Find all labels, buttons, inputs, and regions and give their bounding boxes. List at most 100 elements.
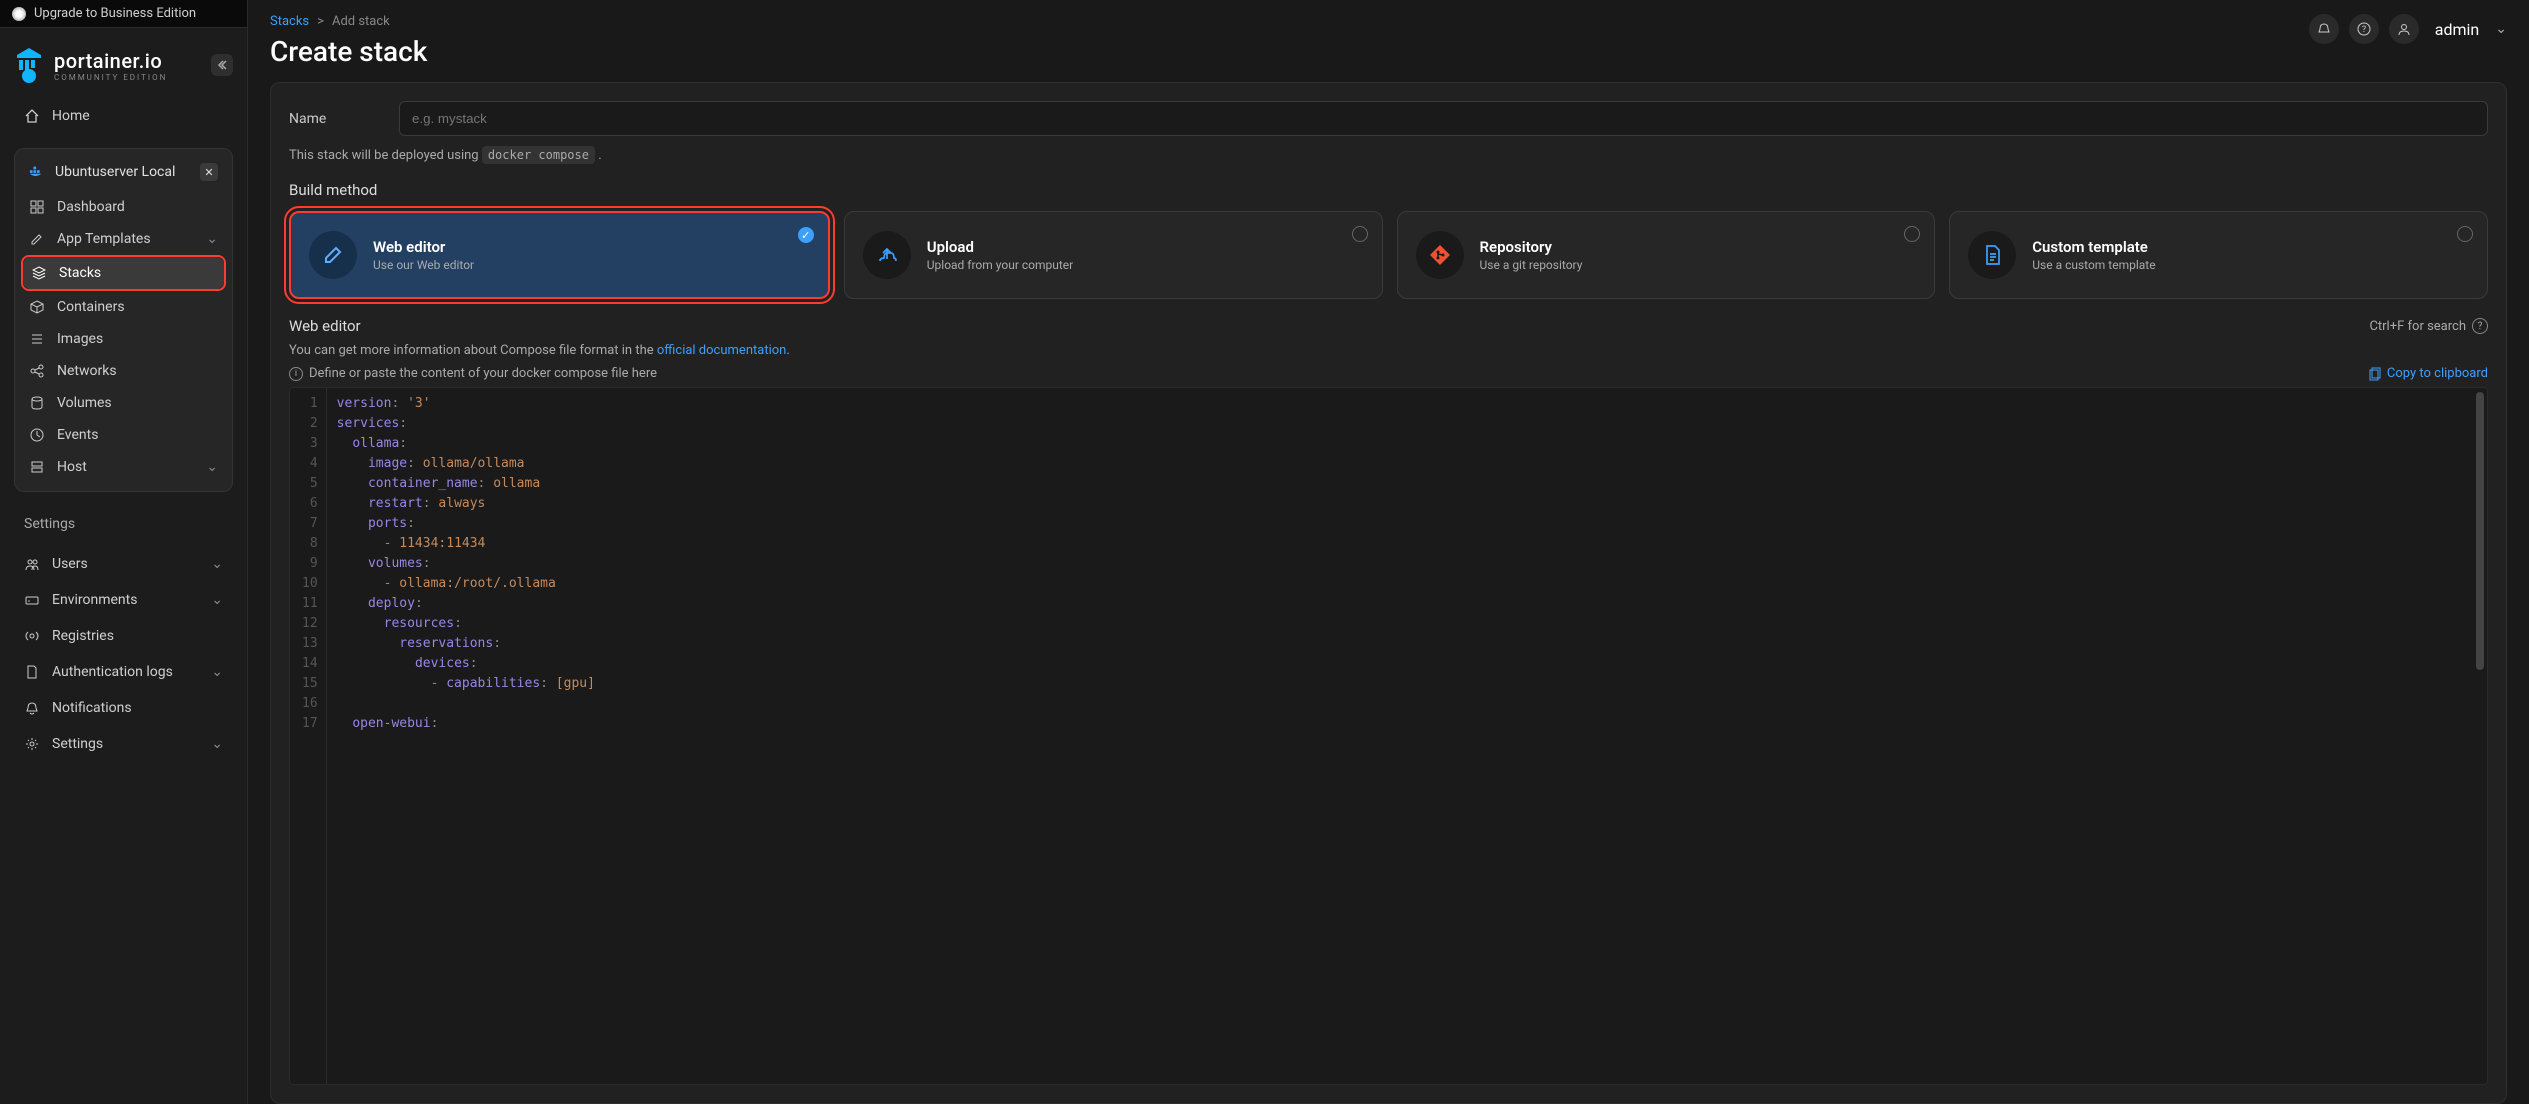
chevron-down-icon: ⌄ <box>211 664 223 680</box>
sidebar-item-settings[interactable]: Settings ⌄ <box>14 726 233 762</box>
name-label: Name <box>289 111 379 127</box>
sidebar-label: Volumes <box>57 395 112 411</box>
build-method-web-editor[interactable]: Web editor Use our Web editor <box>289 211 830 299</box>
edit-icon <box>29 231 45 247</box>
breadcrumb-stacks-link[interactable]: Stacks <box>270 14 309 29</box>
sidebar-label: Home <box>52 108 90 124</box>
chevron-down-icon: ⌄ <box>206 459 218 475</box>
stack-name-input[interactable] <box>399 101 2488 136</box>
sidebar-item-containers[interactable]: Containers <box>21 291 226 323</box>
official-docs-link[interactable]: official documentation <box>657 343 786 358</box>
build-method-repository[interactable]: Repository Use a git repository <box>1397 211 1936 299</box>
box-icon <box>29 299 45 315</box>
build-method-upload[interactable]: Upload Upload from your computer <box>844 211 1383 299</box>
sidebar-item-users[interactable]: Users ⌄ <box>14 546 233 582</box>
clock-icon <box>29 427 45 443</box>
database-icon <box>29 395 45 411</box>
user-menu-button[interactable] <box>2389 14 2419 44</box>
copy-to-clipboard-button[interactable]: Copy to clipboard <box>2367 366 2488 381</box>
bm-desc: Use a git repository <box>1480 258 1583 272</box>
code-body[interactable]: version: '3' services: ollama: image: ol… <box>327 388 2473 1084</box>
environment-name: Ubuntuserver Local <box>55 164 175 180</box>
info-icon: i <box>289 367 303 381</box>
sidebar: Upgrade to Business Edition portainer.io… <box>0 0 248 1104</box>
layers-icon <box>29 331 45 347</box>
settings-section-label: Settings <box>0 500 247 540</box>
bm-desc: Use our Web editor <box>373 258 474 272</box>
sidebar-item-auth-logs[interactable]: Authentication logs ⌄ <box>14 654 233 690</box>
bm-title: Upload <box>927 238 1073 256</box>
collapse-sidebar-button[interactable] <box>211 54 233 76</box>
environment-box: Ubuntuserver Local ✕ Dashboard App Templ… <box>14 148 233 492</box>
bm-title: Repository <box>1480 238 1583 256</box>
chevron-down-icon: ⌄ <box>211 736 223 752</box>
bm-desc: Upload from your computer <box>927 258 1073 272</box>
sidebar-label: Events <box>57 427 98 443</box>
build-method-custom-template[interactable]: Custom template Use a custom template <box>1949 211 2488 299</box>
breadcrumb: Stacks > Add stack <box>270 14 2309 29</box>
help-icon: ? <box>2357 22 2371 36</box>
sidebar-item-registries[interactable]: Registries <box>14 618 233 654</box>
topbar: Stacks > Add stack Create stack ? admin … <box>248 0 2529 82</box>
user-label: admin <box>2435 20 2479 39</box>
scroll-thumb[interactable] <box>2476 392 2484 670</box>
brand-name: portainer.io <box>54 49 201 73</box>
sidebar-item-volumes[interactable]: Volumes <box>21 387 226 419</box>
sidebar-item-networks[interactable]: Networks <box>21 355 226 387</box>
sidebar-label: Host <box>57 459 87 475</box>
notifications-button[interactable] <box>2309 14 2339 44</box>
bell-icon <box>2317 22 2331 36</box>
compose-editor[interactable]: 1234567891011121314151617 version: '3' s… <box>289 387 2488 1085</box>
define-hint: i Define or paste the content of your do… <box>289 366 657 381</box>
deploy-hint: This stack will be deployed using docker… <box>289 148 2488 163</box>
breadcrumb-current: Add stack <box>332 14 390 29</box>
close-environment-button[interactable]: ✕ <box>200 163 218 181</box>
sidebar-item-events[interactable]: Events <box>21 419 226 451</box>
chevron-left-icon <box>217 60 227 70</box>
hard-drive-icon <box>24 592 40 608</box>
sidebar-item-notifications[interactable]: Notifications <box>14 690 233 726</box>
sidebar-item-home[interactable]: Home <box>14 98 233 134</box>
chevron-down-icon: ⌄ <box>211 556 223 572</box>
stacks-icon <box>31 265 47 281</box>
create-stack-panel: Name This stack will be deployed using d… <box>270 82 2507 1104</box>
chevron-down-icon[interactable]: ⌄ <box>2495 21 2507 37</box>
logo-row: portainer.io COMMUNITY EDITION <box>0 28 247 92</box>
page-title: Create stack <box>270 35 2309 68</box>
upgrade-banner[interactable]: Upgrade to Business Edition <box>0 0 247 28</box>
sidebar-item-host[interactable]: Host ⌄ <box>21 451 226 483</box>
portainer-logo-icon <box>14 46 44 84</box>
chevron-down-icon: ⌄ <box>206 231 218 247</box>
chevron-down-icon: ⌄ <box>211 592 223 608</box>
search-hint: Ctrl+F for search <box>2369 319 2466 334</box>
main-content: Stacks > Add stack Create stack ? admin … <box>248 0 2529 1104</box>
breadcrumb-separator: > <box>317 14 324 29</box>
sidebar-label: Containers <box>57 299 125 315</box>
git-icon <box>1416 231 1464 279</box>
file-icon <box>1968 231 2016 279</box>
sidebar-item-app-templates[interactable]: App Templates ⌄ <box>21 223 226 255</box>
sidebar-item-images[interactable]: Images <box>21 323 226 355</box>
bm-title: Custom template <box>2032 238 2155 256</box>
file-icon <box>24 664 40 680</box>
sidebar-item-environments[interactable]: Environments ⌄ <box>14 582 233 618</box>
help-icon[interactable]: ? <box>2472 318 2488 334</box>
editor-section-title: Web editor <box>289 317 361 335</box>
editor-scrollbar[interactable] <box>2473 388 2487 1084</box>
sidebar-label: Notifications <box>52 700 132 716</box>
sidebar-item-stacks[interactable]: Stacks <box>23 257 224 289</box>
brand-subtitle: COMMUNITY EDITION <box>54 73 201 82</box>
bell-icon <box>24 700 40 716</box>
help-button[interactable]: ? <box>2349 14 2379 44</box>
deploy-command-code: docker compose <box>482 146 595 164</box>
editor-info: You can get more information about Compo… <box>289 343 2488 358</box>
server-icon <box>29 459 45 475</box>
radio-icon <box>1904 226 1920 242</box>
upload-icon <box>863 231 911 279</box>
environment-header[interactable]: Ubuntuserver Local ✕ <box>21 157 226 191</box>
sidebar-item-dashboard[interactable]: Dashboard <box>21 191 226 223</box>
build-method-group: Web editor Use our Web editor Upload Upl… <box>289 211 2488 299</box>
radio-icon <box>1352 226 1368 242</box>
sidebar-label: Images <box>57 331 103 347</box>
home-icon <box>24 108 40 124</box>
